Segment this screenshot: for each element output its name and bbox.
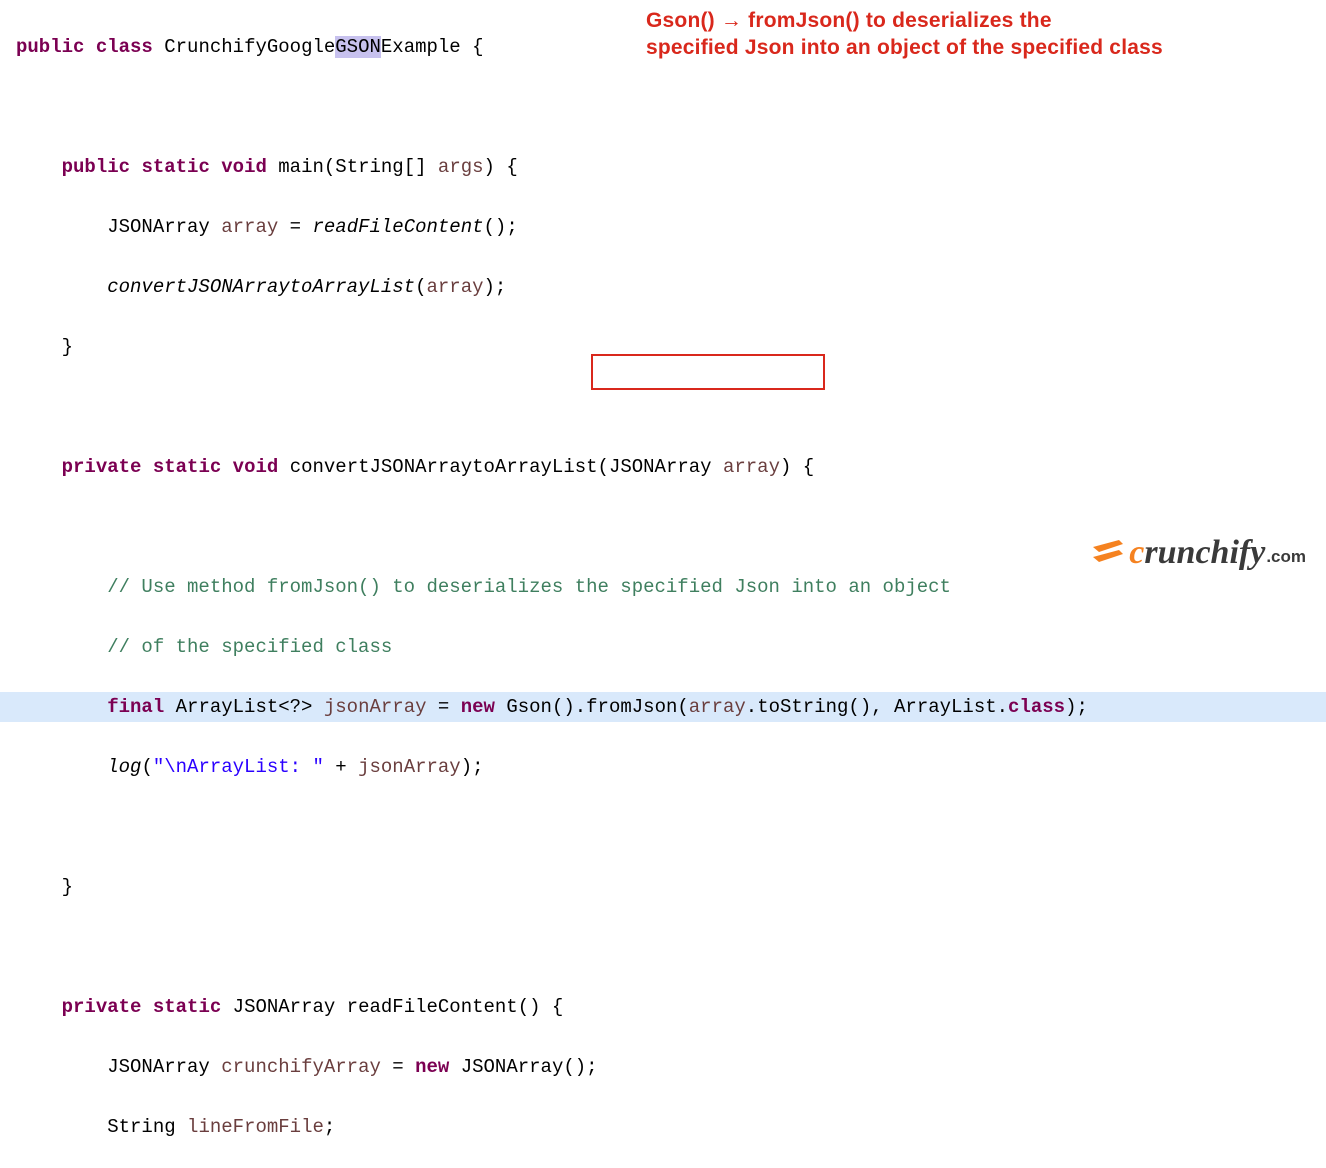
var: crunchifyArray xyxy=(221,1056,381,1078)
method-sig: JSONArray readFileContent() { xyxy=(221,996,563,1018)
end: (); xyxy=(484,216,518,238)
close: ) { xyxy=(484,156,518,178)
type: String xyxy=(107,1116,187,1138)
arg: array xyxy=(689,696,746,718)
kw-public: public xyxy=(62,156,130,178)
logo-tld: .com xyxy=(1266,542,1306,572)
kw-static: static xyxy=(153,456,221,478)
brace: } xyxy=(62,336,73,358)
var: array xyxy=(426,276,483,298)
end: ); xyxy=(1065,696,1088,718)
param: args xyxy=(438,156,484,178)
eq: = xyxy=(278,216,312,238)
gson-call: Gson().fromJson( xyxy=(495,696,689,718)
type: JSONArray xyxy=(107,1056,221,1078)
call: convertJSONArraytoArrayList xyxy=(107,276,415,298)
kw-new: new xyxy=(415,1056,449,1078)
kw-private: private xyxy=(62,456,142,478)
highlighted-word: GSON xyxy=(335,36,381,58)
kw-private: private xyxy=(62,996,142,1018)
eq: = xyxy=(381,1056,415,1078)
annotation-line1: Gson() → fromJson() to deserializes the xyxy=(646,9,1052,32)
plus: + xyxy=(324,756,358,778)
brace: } xyxy=(62,876,73,898)
logo-icon xyxy=(1091,540,1125,566)
method-sig: convertJSONArraytoArrayList(JSONArray xyxy=(290,456,723,478)
close: ) { xyxy=(780,456,814,478)
var: lineFromFile xyxy=(187,1116,324,1138)
kw-static: static xyxy=(141,156,209,178)
kw-public: public xyxy=(16,36,84,58)
class-name-b: Example { xyxy=(381,36,484,58)
logo-text: crunchify xyxy=(1129,538,1265,568)
mid: .toString(), ArrayList. xyxy=(746,696,1008,718)
crunchify-logo: crunchify .com xyxy=(1091,538,1306,568)
annotation: Gson() → fromJson() to deserializes the … xyxy=(646,7,1163,61)
var: array xyxy=(221,216,278,238)
highlighted-line: final ArrayList<?> jsonArray = new Gson(… xyxy=(0,692,1326,722)
kw-static: static xyxy=(153,996,221,1018)
comment: // of the specified class xyxy=(107,636,392,658)
string: "\nArrayList: " xyxy=(153,756,324,778)
open: ( xyxy=(415,276,426,298)
kw-final: final xyxy=(107,696,164,718)
end: ; xyxy=(324,1116,335,1138)
type: JSONArray xyxy=(107,216,221,238)
call: log xyxy=(107,756,141,778)
logo-rest: runchify xyxy=(1144,534,1265,571)
rest: JSONArray(); xyxy=(449,1056,597,1078)
call: readFileContent xyxy=(312,216,483,238)
code-block: public class CrunchifyGoogleGSONExample … xyxy=(0,0,1326,1168)
param: array xyxy=(723,456,780,478)
var: jsonArray xyxy=(358,756,461,778)
var: jsonArray xyxy=(324,696,427,718)
kw-new: new xyxy=(461,696,495,718)
class-name-a: CrunchifyGoogle xyxy=(164,36,335,58)
logo-c: c xyxy=(1129,534,1144,571)
comment: // Use method fromJson() to deserializes… xyxy=(107,576,951,598)
end: ); xyxy=(461,756,484,778)
eq: = xyxy=(427,696,461,718)
method-sig: main(String[] xyxy=(278,156,438,178)
kw-void: void xyxy=(233,456,279,478)
kw-void: void xyxy=(221,156,267,178)
kw-class: class xyxy=(96,36,153,58)
type: ArrayList<?> xyxy=(164,696,324,718)
kw-class-ref: class xyxy=(1008,696,1065,718)
end: ); xyxy=(484,276,507,298)
open: ( xyxy=(141,756,152,778)
annotation-line2: specified Json into an object of the spe… xyxy=(646,36,1163,59)
